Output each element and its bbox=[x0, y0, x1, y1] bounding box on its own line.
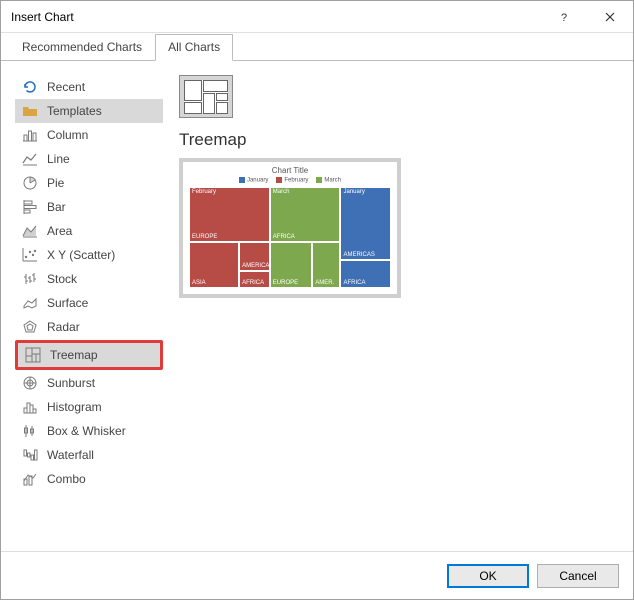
highlight-annotation: Treemap bbox=[15, 340, 163, 370]
cat-radar[interactable]: Radar bbox=[15, 315, 163, 339]
cell-region: AMER. bbox=[315, 280, 334, 286]
cat-label: Pie bbox=[47, 176, 64, 190]
subtype-treemap[interactable] bbox=[179, 75, 233, 118]
cat-surface[interactable]: Surface bbox=[15, 291, 163, 315]
cell-region: AMERICAS bbox=[343, 252, 374, 258]
ok-button[interactable]: OK bbox=[447, 564, 529, 588]
cat-label: Box & Whisker bbox=[47, 424, 126, 438]
tab-all-charts[interactable]: All Charts bbox=[155, 34, 233, 61]
cat-column[interactable]: Column bbox=[15, 123, 163, 147]
help-button[interactable]: ? bbox=[541, 1, 587, 33]
cat-templates[interactable]: Templates bbox=[15, 99, 163, 123]
cat-sunburst[interactable]: Sunburst bbox=[15, 371, 163, 395]
cat-label: Recent bbox=[47, 80, 85, 94]
cat-stock[interactable]: Stock bbox=[15, 267, 163, 291]
dialog-footer: OK Cancel bbox=[1, 551, 633, 599]
cat-label: X Y (Scatter) bbox=[47, 248, 115, 262]
chart-type-title: Treemap bbox=[179, 130, 619, 150]
boxwhisker-icon bbox=[21, 422, 39, 440]
help-icon: ? bbox=[559, 12, 569, 22]
cat-combo[interactable]: Combo bbox=[15, 467, 163, 491]
line-icon bbox=[21, 150, 39, 168]
close-icon bbox=[605, 12, 615, 22]
cell-region: ASIA bbox=[192, 280, 206, 286]
cat-label: Column bbox=[47, 128, 88, 142]
close-button[interactable] bbox=[587, 1, 633, 33]
legend-label: January bbox=[247, 178, 268, 184]
dialog-body: Recent Templates Column Line Pie Bar bbox=[1, 61, 633, 551]
cell-region: EUROPE bbox=[273, 280, 298, 286]
titlebar: Insert Chart ? bbox=[1, 1, 633, 33]
cat-label: Surface bbox=[47, 296, 88, 310]
svg-text:?: ? bbox=[561, 12, 567, 22]
cell-month: January bbox=[343, 189, 364, 195]
treemap-body: February EUROPE ASIA AMERICAS bbox=[189, 187, 391, 288]
undo-icon bbox=[21, 78, 39, 96]
cat-line[interactable]: Line bbox=[15, 147, 163, 171]
legend-swatch bbox=[316, 177, 322, 183]
waterfall-icon bbox=[21, 446, 39, 464]
preview-chart-title: Chart Title bbox=[189, 166, 391, 175]
cat-label: Waterfall bbox=[47, 448, 94, 462]
pie-icon bbox=[21, 174, 39, 192]
cat-label: Sunburst bbox=[47, 376, 95, 390]
cat-label: Stock bbox=[47, 272, 77, 286]
cat-label: Treemap bbox=[50, 348, 98, 362]
chart-preview[interactable]: Chart Title January February March Febru… bbox=[179, 158, 401, 298]
cat-label: Templates bbox=[47, 104, 102, 118]
cat-bar[interactable]: Bar bbox=[15, 195, 163, 219]
tab-row: Recommended Charts All Charts bbox=[1, 33, 633, 61]
cat-recent[interactable]: Recent bbox=[15, 75, 163, 99]
cat-label: Histogram bbox=[47, 400, 102, 414]
legend-swatch bbox=[239, 177, 245, 183]
legend-label: February bbox=[284, 178, 308, 184]
cell-region: AMERICAS bbox=[242, 263, 273, 269]
cat-area[interactable]: Area bbox=[15, 219, 163, 243]
cat-label: Area bbox=[47, 224, 72, 238]
legend-label: March bbox=[324, 178, 341, 184]
cat-treemap[interactable]: Treemap bbox=[18, 343, 160, 367]
chart-subtype-row bbox=[179, 75, 619, 118]
sunburst-icon bbox=[21, 374, 39, 392]
cancel-button[interactable]: Cancel bbox=[537, 564, 619, 588]
histogram-icon bbox=[21, 398, 39, 416]
tab-recommended-charts[interactable]: Recommended Charts bbox=[9, 34, 155, 61]
cell-region: AFRICA bbox=[242, 280, 264, 286]
folder-icon bbox=[21, 102, 39, 120]
stock-icon bbox=[21, 270, 39, 288]
radar-icon bbox=[21, 318, 39, 336]
cat-label: Combo bbox=[47, 472, 86, 486]
bar-icon bbox=[21, 198, 39, 216]
cell-region: AFRICA bbox=[273, 234, 295, 240]
cell-month: March bbox=[273, 189, 290, 195]
chart-category-list: Recent Templates Column Line Pie Bar bbox=[15, 75, 163, 551]
chart-preview-pane: Treemap Chart Title January February Mar… bbox=[163, 75, 619, 551]
cat-label: Line bbox=[47, 152, 70, 166]
cat-waterfall[interactable]: Waterfall bbox=[15, 443, 163, 467]
cat-histogram[interactable]: Histogram bbox=[15, 395, 163, 419]
cat-label: Bar bbox=[47, 200, 66, 214]
preview-legend: January February March bbox=[189, 177, 391, 184]
column-icon bbox=[21, 126, 39, 144]
cell-region: AFRICA bbox=[343, 280, 365, 286]
cat-scatter[interactable]: X Y (Scatter) bbox=[15, 243, 163, 267]
insert-chart-dialog: Insert Chart ? Recommended Charts All Ch… bbox=[0, 0, 634, 600]
surface-icon bbox=[21, 294, 39, 312]
treemap-icon bbox=[24, 346, 42, 364]
cat-box-whisker[interactable]: Box & Whisker bbox=[15, 419, 163, 443]
window-title: Insert Chart bbox=[11, 10, 541, 24]
legend-swatch bbox=[276, 177, 282, 183]
cat-label: Radar bbox=[47, 320, 80, 334]
treemap-thumb-icon bbox=[184, 80, 228, 113]
cell-region: EUROPE bbox=[192, 234, 217, 240]
cat-pie[interactable]: Pie bbox=[15, 171, 163, 195]
combo-icon bbox=[21, 470, 39, 488]
cell-month: February bbox=[192, 189, 216, 195]
scatter-icon bbox=[21, 246, 39, 264]
area-icon bbox=[21, 222, 39, 240]
